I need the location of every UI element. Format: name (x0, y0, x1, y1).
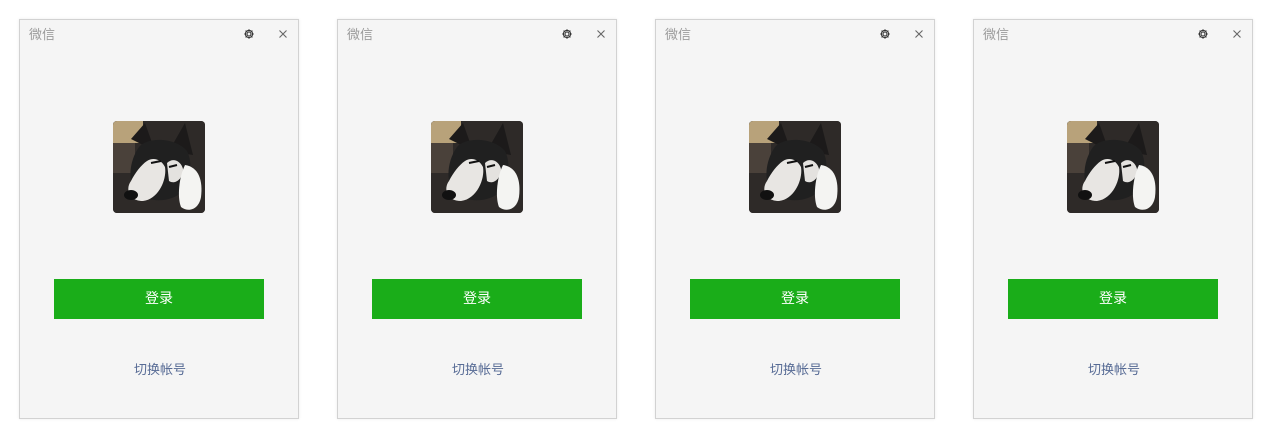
wechat-login-window: 微信 登录 切换帐号 (973, 19, 1253, 419)
account-nickname (696, 240, 896, 254)
husky-dog-avatar (431, 121, 523, 213)
window-title: 微信 (983, 28, 1010, 43)
login-button[interactable]: 登录 (690, 279, 900, 319)
account-nickname (378, 240, 578, 254)
window-title: 微信 (347, 28, 374, 43)
account-nickname (60, 240, 260, 254)
switch-account-link[interactable]: 切换帐号 (398, 362, 558, 380)
account-nickname (1014, 240, 1214, 254)
close-icon[interactable] (1230, 26, 1244, 40)
screenshot-canvas: 微信 登录 切换帐号 微信 登录 切换帐号 微信 登录 切换帐号 微信 登录 切… (0, 0, 1272, 438)
husky-dog-avatar (749, 121, 841, 213)
login-button[interactable]: 登录 (1008, 279, 1218, 319)
window-title: 微信 (665, 28, 692, 43)
gear-icon[interactable] (878, 26, 892, 40)
wechat-login-window: 微信 登录 切换帐号 (655, 19, 935, 419)
login-button[interactable]: 登录 (54, 279, 264, 319)
gear-icon[interactable] (1196, 26, 1210, 40)
switch-account-link[interactable]: 切换帐号 (716, 362, 876, 380)
switch-account-link[interactable]: 切换帐号 (1034, 362, 1194, 380)
husky-dog-avatar (1067, 121, 1159, 213)
close-icon[interactable] (594, 26, 608, 40)
wechat-login-window: 微信 登录 切换帐号 (19, 19, 299, 419)
gear-icon[interactable] (242, 26, 256, 40)
close-icon[interactable] (276, 26, 290, 40)
wechat-login-window: 微信 登录 切换帐号 (337, 19, 617, 419)
husky-dog-avatar (113, 121, 205, 213)
switch-account-link[interactable]: 切换帐号 (80, 362, 240, 380)
gear-icon[interactable] (560, 26, 574, 40)
login-button[interactable]: 登录 (372, 279, 582, 319)
window-title: 微信 (29, 28, 56, 43)
close-icon[interactable] (912, 26, 926, 40)
